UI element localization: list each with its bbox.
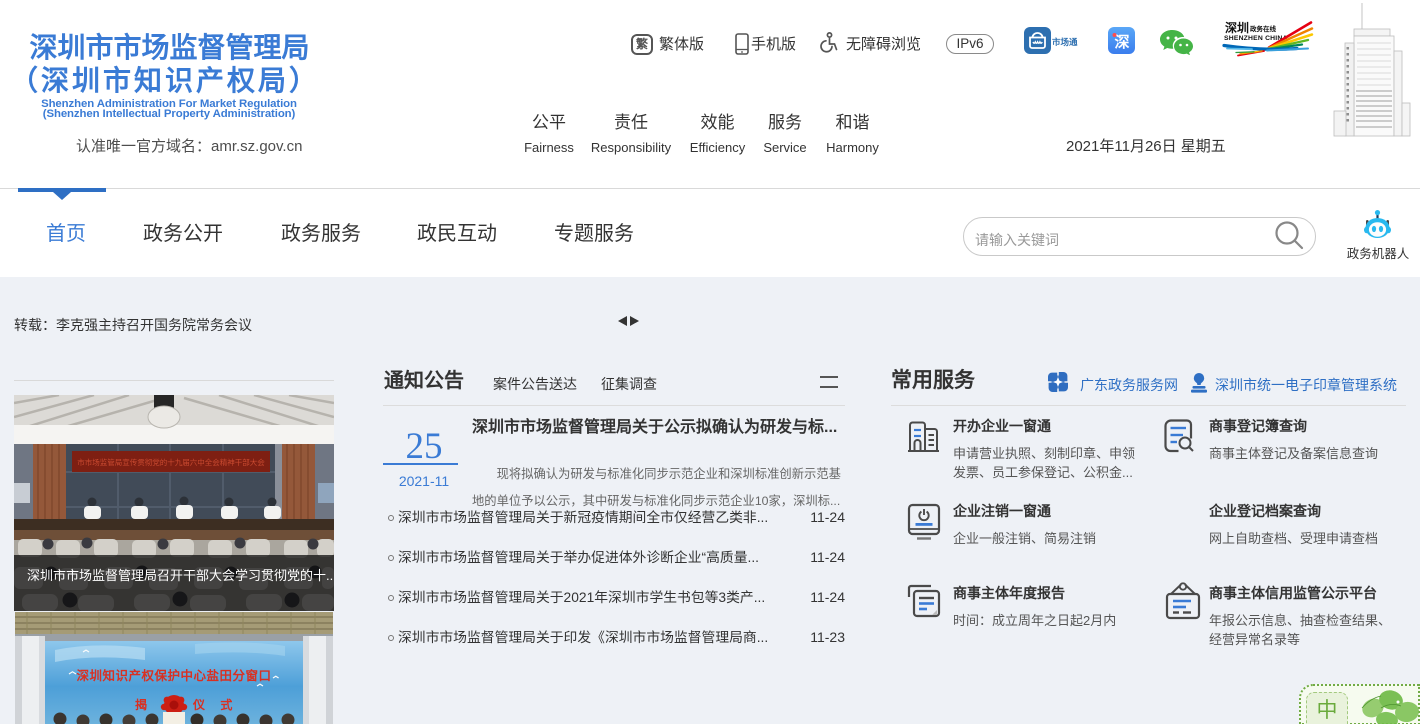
- svg-text:深圳: 深圳: [1225, 20, 1249, 35]
- svg-text:市市场监管局宣传贯彻党的十九届六中全会精神干部大会: 市市场监管局宣传贯彻党的十九届六中全会精神干部大会: [77, 457, 265, 467]
- svg-text:深: 深: [1114, 33, 1129, 51]
- svg-text:政务在线: 政务在线: [1250, 24, 1277, 33]
- svg-text:揭: 揭: [135, 697, 153, 712]
- svg-text:仪 式: 仪 式: [192, 697, 238, 712]
- svg-text:深圳知识产权保护中心盐田分窗口: 深圳知识产权保护中心盐田分窗口: [76, 668, 271, 683]
